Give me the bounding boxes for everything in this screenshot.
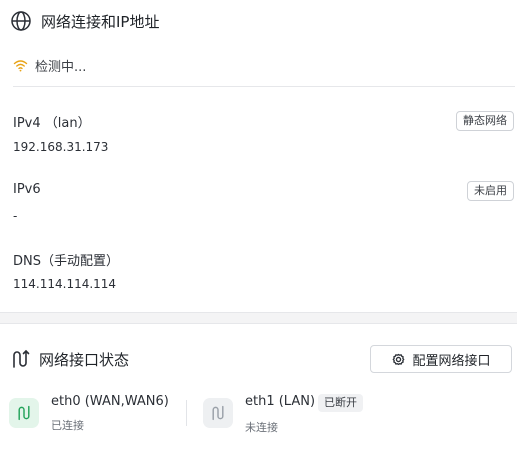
network-card: 网络连接和IP地址 检测中... IPv4 （lan） 静态网络 192.168… [0,0,517,313]
ipv4-address: 192.168.31.173 [13,140,109,154]
wifi-icon [13,59,28,72]
configure-interfaces-label: 配置网络接口 [412,353,491,369]
interface-name: eth1 (LAN) [245,394,316,409]
ipv6-label: IPv6 [13,182,41,197]
interface-connected-icon [9,398,39,428]
detect-status: 检测中... [13,56,87,75]
interfaces-section-title: 网络接口状态 [39,350,130,369]
interface-disconnected-icon [203,398,233,428]
network-section-title: 网络连接和IP地址 [41,12,160,31]
dns-label: DNS（手动配置） [13,254,119,269]
interface-name: eth0 (WAN,WAN6) [51,394,169,409]
ipv4-label: IPv4 （lan） [13,116,91,131]
detect-status-text: 检测中... [35,59,87,75]
dns-address: 114.114.114.114 [13,277,117,291]
ipv6-address: - [13,209,18,223]
ipv6-status-badge: 未启用 [467,181,514,201]
divider [13,86,515,87]
interface-status: 已连接 [51,419,84,432]
ipv4-mode-badge: 静态网络 [456,111,514,131]
interface-separator [186,400,187,426]
network-section-header: 网络连接和IP地址 [10,10,159,32]
configure-interfaces-button[interactable]: 配置网络接口 [370,345,512,373]
gear-icon [391,352,406,367]
interfaces-section-header: 网络接口状态 [10,348,129,370]
globe-icon [10,10,32,32]
disconnected-badge: 已断开 [318,394,363,412]
route-icon [10,349,30,369]
interface-status: 未连接 [245,421,278,434]
